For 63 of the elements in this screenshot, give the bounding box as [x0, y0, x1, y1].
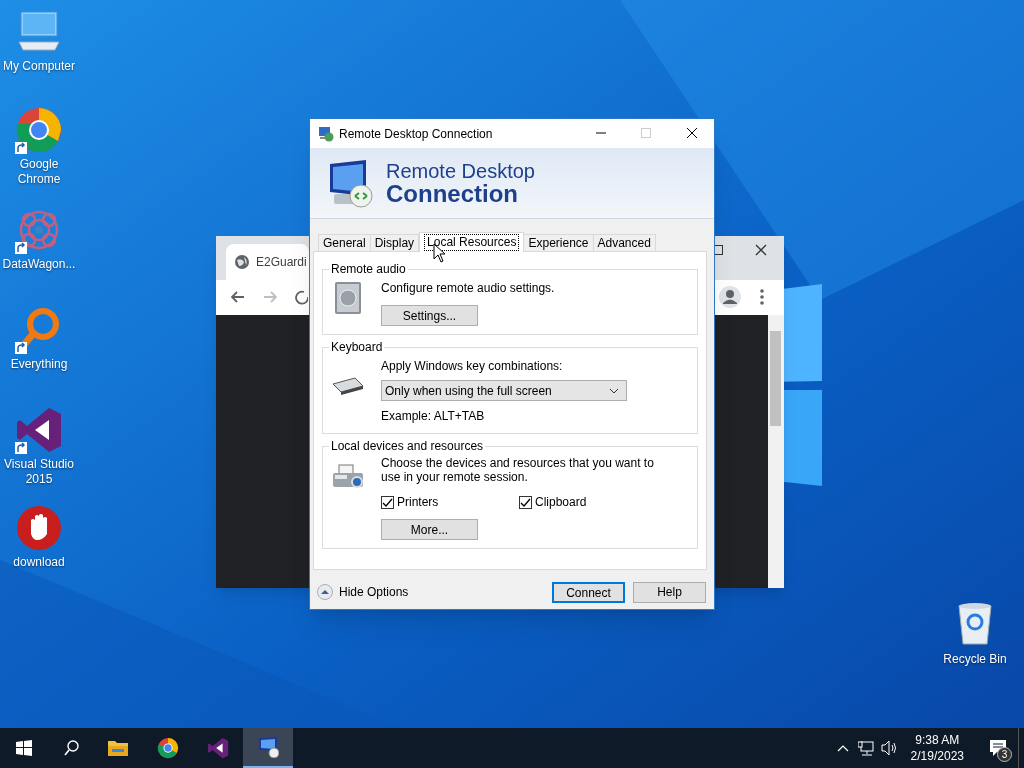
icon-label[interactable]: DataWagon...: [0, 257, 78, 272]
keyboard-icon: [331, 374, 365, 396]
icon-label[interactable]: Visual Studio 2015: [0, 457, 78, 487]
search-icon[interactable]: [64, 740, 80, 756]
button[interactable]: More...: [381, 519, 478, 540]
clock[interactable]: 9:38 AM 2/19/2023: [904, 732, 970, 764]
close-icon[interactable]: [754, 243, 768, 257]
banner-title: Connection: [386, 182, 518, 206]
checkmark-icon: [382, 497, 393, 507]
more-menu-icon[interactable]: [760, 289, 764, 305]
notification-button[interactable]: 3: [978, 728, 1018, 768]
checkmark-icon: [520, 497, 531, 507]
checkbox[interactable]: [381, 495, 394, 509]
maximize-icon: [641, 128, 651, 138]
close-icon[interactable]: [687, 128, 697, 138]
description: Configure remote audio settings.: [381, 280, 555, 297]
stop-hand-icon[interactable]: [15, 504, 63, 552]
button[interactable]: Settings...: [381, 305, 478, 326]
banner-title: Remote Desktop: [386, 160, 535, 182]
checkbox-label[interactable]: Clipboard: [535, 493, 587, 511]
description: Choose the devices and resources that you want to use in your remote session.: [381, 456, 655, 484]
dropdown[interactable]: Only when using the full screen: [381, 380, 627, 401]
windows-start-icon[interactable]: [16, 740, 32, 756]
speaker-icon[interactable]: [880, 740, 897, 756]
window-title: Remote Desktop Connection: [339, 125, 493, 143]
group-title: Remote audio: [330, 261, 407, 278]
hide-options-toggle[interactable]: Hide Options: [317, 583, 409, 601]
chevron-up-icon[interactable]: [836, 743, 849, 753]
browser-tab[interactable]: E2Guardi: [226, 244, 309, 280]
taskbar-app[interactable]: [243, 728, 293, 768]
icon-label[interactable]: Google Chrome: [0, 157, 78, 187]
tab[interactable]: General: [318, 234, 371, 251]
count-badge: 3: [997, 747, 1012, 762]
checkbox[interactable]: [519, 495, 532, 509]
tab[interactable]: Local Resources: [419, 232, 525, 252]
icon-label[interactable]: Recycle Bin: [943, 650, 1007, 668]
field-label: Apply Windows key combinations:: [381, 358, 564, 375]
chrome-icon[interactable]: [15, 106, 63, 154]
chevron-down-icon: [609, 387, 619, 394]
button[interactable]: Connect: [552, 581, 625, 603]
icon-label[interactable]: My Computer: [0, 59, 78, 74]
visual-studio-icon: [207, 737, 229, 759]
scrollbar[interactable]: [768, 315, 784, 588]
group-title: Keyboard: [330, 339, 384, 356]
printer-camera-icon: [331, 463, 365, 489]
network-icon[interactable]: [857, 740, 874, 756]
visual-studio-icon[interactable]: [15, 406, 63, 454]
example-text: Example: ALT+TAB: [381, 408, 486, 425]
tab[interactable]: Display: [369, 234, 420, 251]
remote-desktop-icon: [257, 736, 279, 758]
checkbox-label[interactable]: Printers: [397, 493, 439, 511]
group-title: Local devices and resources: [330, 438, 485, 455]
avatar-icon[interactable]: [719, 286, 741, 308]
tab[interactable]: Experience: [523, 234, 594, 251]
reload-icon[interactable]: [294, 289, 308, 305]
icon-label[interactable]: download: [0, 555, 78, 570]
app-icon: [318, 125, 334, 142]
back-arrow-icon[interactable]: [230, 289, 246, 305]
chrome-icon: [157, 737, 179, 759]
globe-icon: [234, 254, 250, 270]
icon-label[interactable]: Everything: [0, 357, 78, 372]
button[interactable]: Help: [633, 581, 706, 603]
tab[interactable]: Advanced: [592, 234, 656, 251]
